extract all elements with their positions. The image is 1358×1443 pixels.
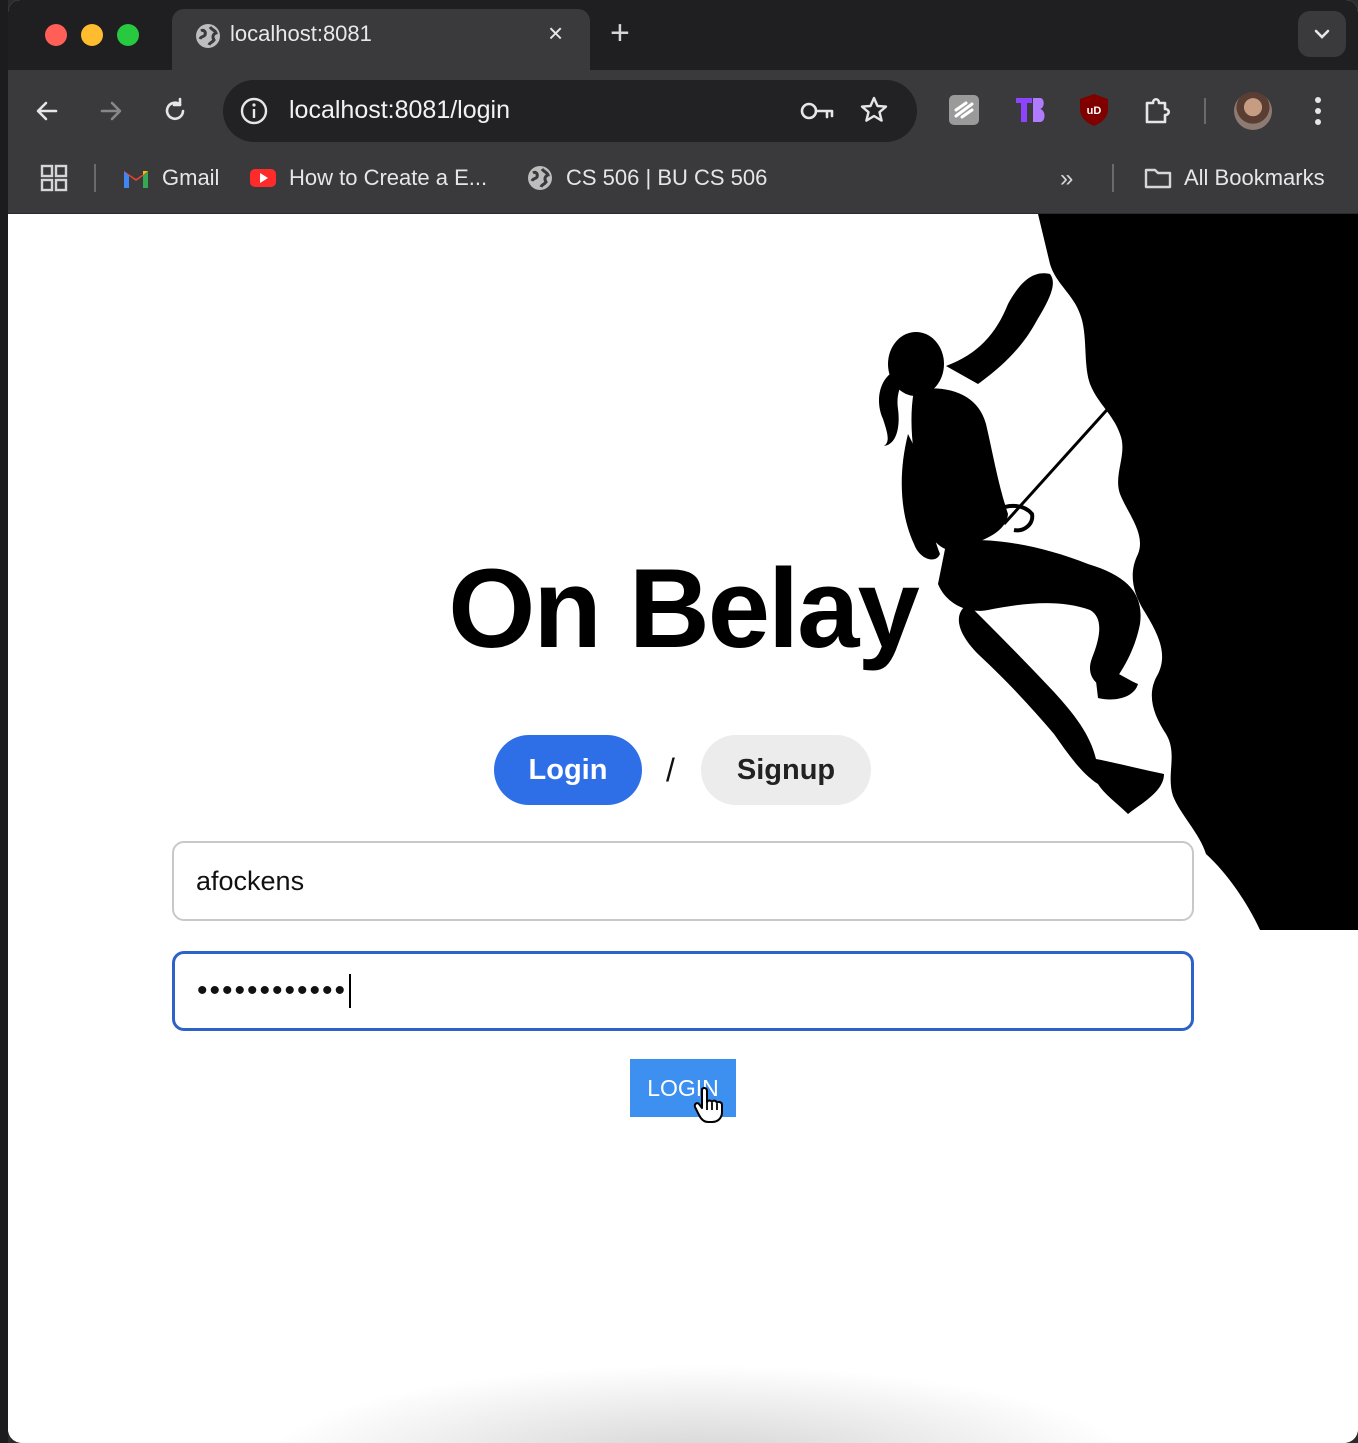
new-tab-button[interactable]: +: [610, 16, 630, 50]
extensions-puzzle-icon[interactable]: [1140, 92, 1176, 128]
password-key-icon[interactable]: [799, 97, 835, 125]
hand-pointer-cursor-icon: [693, 1086, 723, 1123]
bookmark-label: How to Create a E...: [289, 165, 488, 190]
youtube-icon: [250, 169, 276, 187]
tab-search-button[interactable]: [1298, 11, 1346, 57]
ublock-origin-icon[interactable]: uD: [1076, 92, 1112, 128]
toolbar-separator: [1204, 98, 1206, 124]
password-input[interactable]: ••••••••••••: [172, 951, 1194, 1031]
profile-avatar[interactable]: [1234, 92, 1272, 130]
bookmark-cs506[interactable]: CS 506 | BU CS 506: [526, 162, 767, 194]
folder-icon: [1144, 168, 1172, 189]
bookmarks-bar: Gmail How to Create a E... CS 506 | BU C…: [8, 150, 1358, 214]
url-text: localhost:8081/login: [289, 96, 510, 124]
dock-shadow: [258, 1364, 1138, 1443]
globe-icon: [196, 24, 220, 48]
bookmark-youtube[interactable]: How to Create a E...: [249, 162, 487, 194]
reload-icon[interactable]: [158, 94, 192, 128]
mode-separator: /: [666, 752, 675, 788]
maximize-window-button[interactable]: [117, 24, 139, 46]
site-info-icon[interactable]: [237, 94, 271, 128]
gmail-icon: [124, 171, 148, 188]
login-tab-button[interactable]: Login: [494, 735, 642, 805]
text-caret: [349, 974, 352, 1008]
extension-notes-icon[interactable]: [946, 92, 982, 128]
login-page: On Belay Login / Signup afockens •••••••…: [8, 214, 1358, 1443]
more-bookmarks-icon[interactable]: »: [1060, 165, 1073, 193]
globe-icon: [528, 166, 552, 190]
browser-toolbar: localhost:8081/login uD: [8, 70, 1358, 150]
apps-grid-icon[interactable]: [40, 164, 68, 192]
app-title: On Belay: [8, 544, 1358, 673]
bookmark-star-icon[interactable]: [859, 95, 889, 125]
username-value: afockens: [196, 865, 305, 896]
close-tab-icon[interactable]: ×: [548, 19, 563, 47]
bookmark-label: Gmail: [162, 165, 220, 190]
browser-window: localhost:8081 × + localhost:8081/login …: [8, 0, 1358, 1443]
chevron-down-icon: [1314, 29, 1330, 39]
extension-tb-icon[interactable]: [1012, 92, 1048, 128]
address-bar[interactable]: localhost:8081/login: [223, 80, 917, 142]
tab-title: localhost:8081: [230, 21, 372, 46]
tab-bar: localhost:8081 × +: [8, 0, 1358, 70]
password-masked-value: ••••••••••••: [197, 974, 348, 1007]
svg-text:uD: uD: [1087, 105, 1102, 117]
close-window-button[interactable]: [45, 24, 67, 46]
app-title-text: On Belay: [448, 546, 920, 671]
tab-active[interactable]: localhost:8081 ×: [172, 9, 590, 70]
back-arrow-icon[interactable]: [30, 94, 64, 128]
forward-arrow-icon[interactable]: [94, 94, 128, 128]
minimize-window-button[interactable]: [81, 24, 103, 46]
all-bookmarks-label: All Bookmarks: [1184, 165, 1325, 190]
bookmark-label: CS 506 | BU CS 506: [566, 165, 768, 190]
bookmark-gmail[interactable]: Gmail: [122, 162, 219, 194]
signup-tab-button[interactable]: Signup: [701, 735, 871, 805]
bookmarks-separator: [1112, 164, 1114, 192]
bookmarks-separator: [94, 164, 96, 192]
username-input[interactable]: afockens: [172, 841, 1194, 921]
more-menu-icon[interactable]: [1310, 94, 1326, 128]
all-bookmarks-button[interactable]: All Bookmarks: [1144, 162, 1325, 194]
desktop-edge: [0, 0, 8, 1443]
